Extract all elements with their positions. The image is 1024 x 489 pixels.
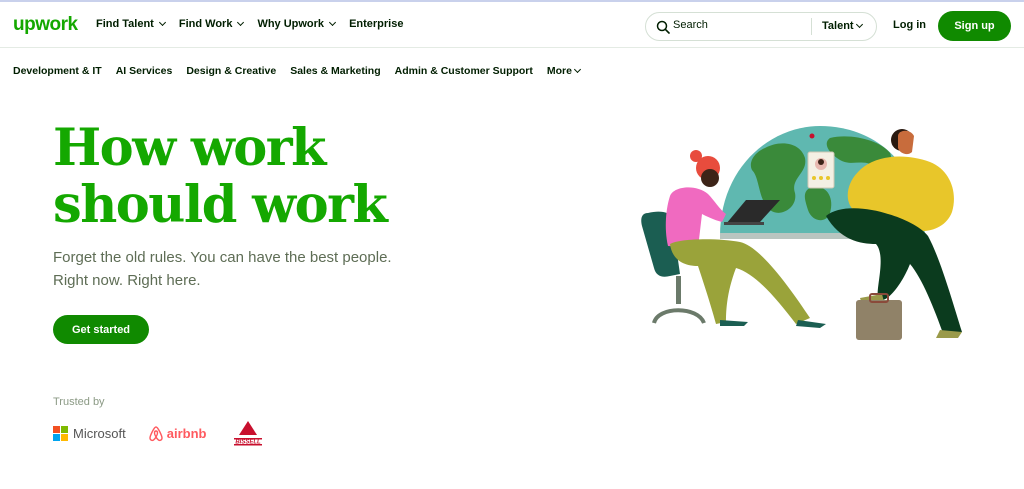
nav-enterprise[interactable]: Enterprise <box>349 18 403 30</box>
chevron-down-icon <box>158 18 166 27</box>
nav-find-work[interactable]: Find Work <box>178 18 245 30</box>
hero-title-line-1: How work <box>53 118 327 178</box>
bissell-logo: BISSELL <box>228 419 268 447</box>
category-ai-services[interactable]: AI Services <box>116 65 173 77</box>
nav-why-upwork-label: Why Upwork <box>257 18 325 30</box>
chevron-down-icon <box>573 65 582 74</box>
microsoft-wordmark: Microsoft <box>73 425 126 441</box>
hero-subtitle-line-1: Forget the old rules. You can have the b… <box>53 249 392 266</box>
category-label: Admin & Customer Support <box>394 65 533 77</box>
signup-button[interactable]: Sign up <box>938 11 1011 41</box>
top-navigation-bar: upwork Find Talent Find Work Why Upwork … <box>0 0 1024 48</box>
nav-find-work-label: Find Work <box>178 18 233 30</box>
category-label: More <box>546 65 572 77</box>
nav-why-upwork[interactable]: Why Upwork <box>257 18 337 30</box>
bissell-icon: BISSELL <box>234 421 263 446</box>
hero-title: How work should work <box>53 120 433 234</box>
nav-find-talent-label: Find Talent <box>96 18 154 30</box>
microsoft-logo: Microsoft <box>53 425 126 441</box>
hero-illustration <box>641 126 962 340</box>
hero-title-line-2: should work <box>53 175 388 235</box>
category-development-it[interactable]: Development & IT <box>13 65 102 77</box>
search-icon[interactable] <box>656 20 670 34</box>
airbnb-wordmark: airbnb <box>166 425 207 441</box>
category-design-creative[interactable]: Design & Creative <box>186 65 276 77</box>
nav-enterprise-label: Enterprise <box>349 18 404 30</box>
airbnb-icon <box>149 425 163 441</box>
search-filter-dropdown[interactable]: Talent <box>822 20 863 32</box>
category-label: Design & Creative <box>186 65 277 77</box>
trusted-by-label: Trusted by <box>53 396 105 408</box>
bissell-wordmark: BISSELL <box>236 440 262 446</box>
airbnb-logo: airbnb <box>148 425 207 442</box>
category-label: Sales & Marketing <box>290 65 381 77</box>
upwork-logo[interactable]: upwork <box>13 14 78 36</box>
hero-subtitle-line-2: Right now. Right here. <box>53 272 201 289</box>
trusted-logos: Microsoft airbnb BISSELL <box>53 419 268 447</box>
nav-find-talent[interactable]: Find Talent <box>96 18 166 30</box>
category-admin-support[interactable]: Admin & Customer Support <box>395 65 533 77</box>
chevron-down-icon <box>855 20 863 29</box>
search-filter-label: Talent <box>822 20 854 32</box>
category-label: Development & IT <box>13 65 102 77</box>
hero-subtitle: Forget the old rules. You can have the b… <box>53 246 433 292</box>
login-link[interactable]: Log in <box>893 19 926 31</box>
get-started-button[interactable]: Get started <box>53 315 149 344</box>
search-input[interactable] <box>673 19 803 31</box>
chevron-down-icon <box>237 18 245 27</box>
category-label: AI Services <box>115 65 173 77</box>
category-more[interactable]: More <box>546 65 582 77</box>
category-bar: Development & IT AI Services Design & Cr… <box>13 65 594 77</box>
search-bar: Talent <box>645 12 877 41</box>
category-sales-marketing[interactable]: Sales & Marketing <box>290 65 380 77</box>
microsoft-icon <box>53 425 68 441</box>
search-divider <box>811 18 812 35</box>
main-nav: Find Talent Find Work Why Upwork Enterpr… <box>96 18 417 30</box>
chevron-down-icon <box>329 18 337 27</box>
